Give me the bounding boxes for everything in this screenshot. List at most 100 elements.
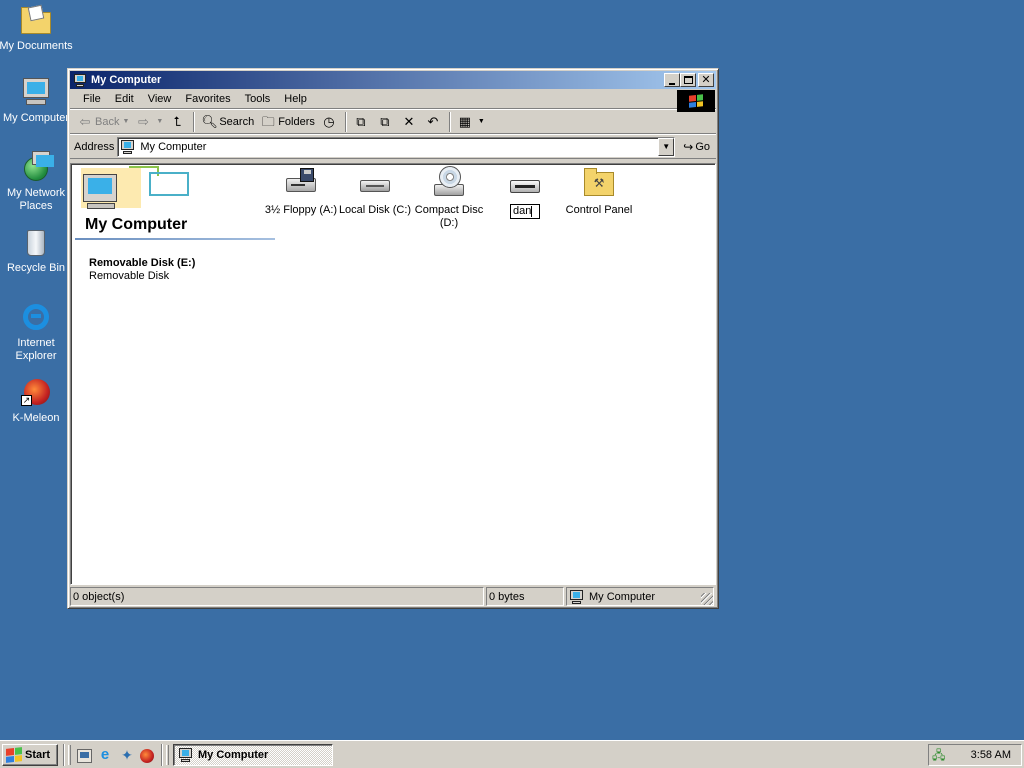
my-documents-icon [20,4,52,36]
size-text: 0 bytes [489,590,525,603]
explorer-window[interactable]: My Computer ✕ File Edit View Favorites T… [67,68,719,609]
desktop-icon-label: K-Meleon [12,412,60,424]
desktop-icon-recycle-bin[interactable]: Recycle Bin [0,226,73,275]
maximize-button[interactable] [680,73,696,87]
channels-icon[interactable]: ✦ [118,746,136,764]
history-button[interactable]: ◷ [318,111,342,133]
my-computer-icon [569,589,585,604]
clock[interactable]: 3:58 AM [971,749,1011,761]
back-button[interactable]: ⇦ Back ▼ [74,111,132,133]
close-button[interactable]: ✕ [698,73,714,87]
my-computer-icon [20,76,52,108]
menu-file[interactable]: File [76,93,108,105]
drive-floppy-a[interactable]: 3½ Floppy (A:) [261,166,341,217]
menu-tools[interactable]: Tools [238,93,278,105]
go-label: Go [695,140,710,153]
taskbar-button-my-computer[interactable]: My Computer [173,743,333,766]
window-title: My Computer [91,74,162,86]
back-label: Back [95,115,120,128]
removable-disk-icon [508,166,542,200]
delete-button[interactable]: ✕ [398,111,422,133]
drive-local-disk-c[interactable]: Local Disk (C:) [335,166,415,217]
drive-compact-disc-d[interactable]: Compact Disc (D:) [409,166,489,230]
menu-edit[interactable]: Edit [108,93,141,105]
windows-logo-icon [6,746,22,763]
menu-view[interactable]: View [141,93,179,105]
selected-item-type: Removable Disk [89,270,170,282]
zone-text: My Computer [589,590,656,603]
menu-bar: File Edit View Favorites Tools Help [70,89,716,112]
status-object-count: 0 object(s) [70,587,484,606]
search-button[interactable]: 🔍︎ Search [198,111,257,133]
text-cursor [531,205,533,217]
forward-arrow-icon: ⇨ [137,113,149,129]
selected-item-info: Removable Disk (E:) Removable Disk [89,257,195,283]
minimize-button[interactable] [664,73,680,87]
address-label: Address [74,140,115,153]
close-icon: ✕ [701,74,711,86]
history-icon: ◷ [323,113,335,129]
internet-explorer-icon[interactable]: e [96,746,114,764]
network-tray-icon[interactable]: 🖧 [932,747,948,763]
network-places-icon [20,151,54,183]
standard-toolbar: ⇦ Back ▼ ⇨ ▼ ⮤ 🔍︎ Search 🗀 Folders ◷ ⧉ ⧉ [70,109,716,134]
desktop-icon-my-documents[interactable]: My Documents [0,4,73,53]
copy-to-button[interactable]: ⧉ [374,111,398,133]
webview-panel: My Computer Removable Disk (E:) Removabl… [75,166,275,282]
folder-view[interactable]: My Computer Removable Disk (E:) Removabl… [70,163,716,585]
selected-item-name: Removable Disk (E:) [89,257,196,269]
title-bar[interactable]: My Computer ✕ [70,71,716,89]
shortcut-arrow-icon: ↗ [21,395,32,406]
go-button[interactable]: ↪ Go [675,140,716,154]
folders-icon: 🗀 [261,113,275,129]
undo-button[interactable]: ↶ [422,111,446,133]
task-area-grip[interactable] [166,744,169,765]
up-folder-button[interactable]: ⮤ [166,111,190,133]
show-desktop-icon[interactable] [77,748,92,763]
desktop-icon-k-meleon[interactable]: ↗ K-Meleon [0,376,73,425]
toolbar-separator [193,111,196,132]
object-count-text: 0 object(s) [73,590,125,603]
start-button[interactable]: Start [2,743,58,766]
move-to-button[interactable]: ⧉ [350,111,374,133]
desktop-icon-my-computer[interactable]: My Computer [0,76,73,125]
desktop-icon-network-places[interactable]: My Network Places [0,151,73,213]
desktop-icon-label: My Network Places [6,187,66,212]
chevron-down-icon: ▼ [156,118,164,125]
taskbar-separator [161,743,163,766]
back-arrow-icon: ⇦ [79,113,91,129]
maximize-icon [684,76,693,84]
rename-value: dan [513,205,532,217]
folders-label: Folders [278,115,315,128]
menu-favorites[interactable]: Favorites [178,93,237,105]
undo-icon: ↶ [427,113,439,129]
my-computer-icon [178,747,194,762]
webview-divider [75,238,275,240]
quick-launch-grip[interactable] [68,744,71,765]
k-meleon-icon[interactable] [140,748,154,763]
resize-grip[interactable] [701,593,713,605]
desktop-icon-internet-explorer[interactable]: Internet Explorer [0,301,73,363]
task-label: My Computer [198,748,269,761]
desktop-icon-label: My Documents [0,40,73,52]
floppy-drive-icon [284,166,318,200]
address-bar: Address My Computer ▼ ↪ Go [70,134,716,159]
control-panel-label: Control Panel [565,204,633,216]
cd-drive-icon [432,166,466,200]
chevron-down-icon: ▼ [477,118,485,125]
address-dropdown-button[interactable]: ▼ [658,137,675,156]
start-label: Start [25,748,51,761]
rename-input[interactable]: dan [510,204,540,219]
system-tray: 🖧 3:58 AM [928,744,1022,766]
drive-removable-disk-e[interactable]: dan [485,166,565,219]
forward-button[interactable]: ⇨ ▼ [132,111,166,133]
minimize-icon [669,83,675,85]
menu-help[interactable]: Help [277,93,314,105]
copy-to-icon: ⧉ [380,113,390,129]
my-computer-icon [73,73,87,87]
control-panel-item[interactable]: ⚒ Control Panel [559,166,639,217]
address-input[interactable]: My Computer ▼ [117,136,676,157]
views-icon: ▦ [458,113,472,129]
views-button[interactable]: ▦ ▼ [454,111,488,133]
folders-button[interactable]: 🗀 Folders [257,111,318,133]
